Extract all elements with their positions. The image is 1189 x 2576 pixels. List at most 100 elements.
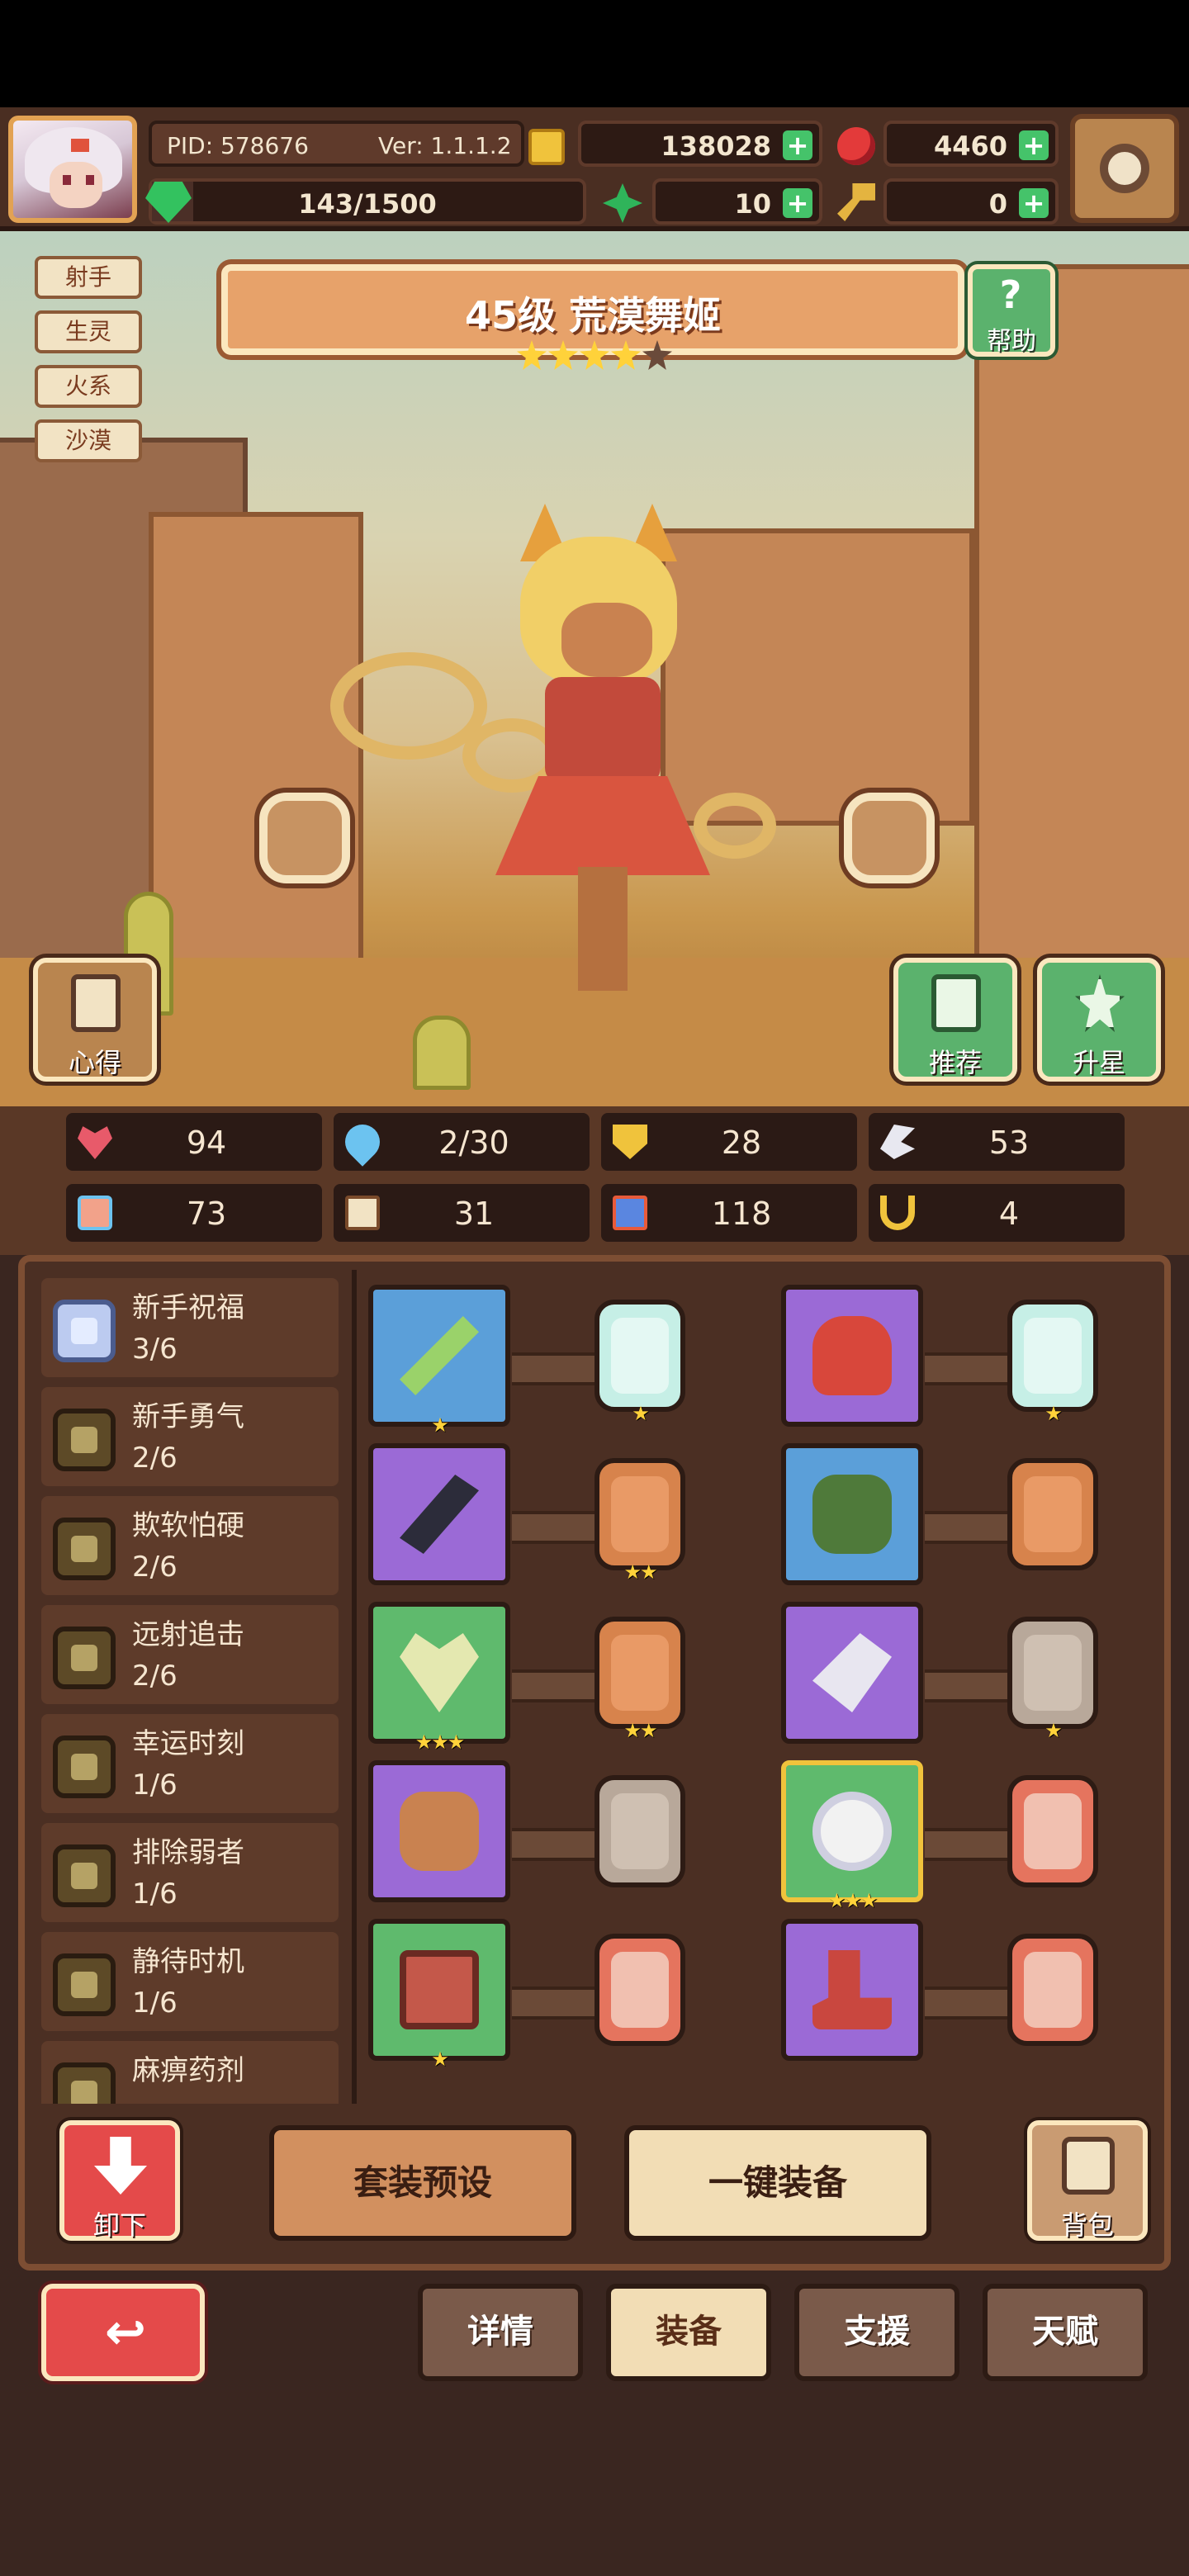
- stat-value: 118: [711, 1196, 772, 1232]
- unequip-button[interactable]: 卸下: [59, 2120, 180, 2241]
- gem-socket[interactable]: ★★: [594, 1617, 685, 1742]
- necklace-icon: [400, 1633, 479, 1712]
- add-gold-button[interactable]: +: [783, 130, 812, 160]
- equip-slot-dagger[interactable]: [368, 1443, 510, 1585]
- bell-icon: [53, 1409, 116, 1471]
- floating-shield-left: [259, 793, 350, 883]
- tab-support[interactable]: 支援: [794, 2284, 959, 2381]
- tab-equipment[interactable]: 装备: [606, 2284, 771, 2381]
- potion-icon: [53, 2062, 116, 2104]
- sword-gem-icon: [1024, 1318, 1082, 1394]
- stat-value: 31: [453, 1196, 495, 1232]
- insight-button[interactable]: 心得: [33, 958, 157, 1082]
- bow-gem-icon: [1024, 1952, 1082, 2028]
- clover-counter: 10 +: [652, 178, 822, 225]
- avatar-face: [50, 162, 102, 208]
- add-clover-button[interactable]: +: [783, 188, 812, 218]
- equip-slot-helmet[interactable]: [781, 1285, 923, 1427]
- set-name: 麻痹药剂: [132, 2054, 244, 2087]
- heart-icon: [78, 1126, 112, 1159]
- target-icon: [53, 1627, 116, 1689]
- set-bonus-item[interactable]: 远射追击 2/6: [41, 1605, 339, 1704]
- hero-stats: 94 2/30 28 53 73 31 118 4: [0, 1106, 1189, 1255]
- set-progress: 1/6: [132, 1769, 178, 1802]
- gem-socket[interactable]: [594, 1934, 685, 2046]
- equip-slot-chest[interactable]: ★: [368, 1919, 510, 2071]
- dagger-icon: [400, 1475, 479, 1554]
- tab-talent[interactable]: 天赋: [983, 2284, 1148, 2381]
- armor-icon: [812, 1475, 892, 1554]
- set-preset-button[interactable]: 套装预设: [269, 2125, 576, 2241]
- hero-legs: [578, 867, 628, 991]
- add-key-button[interactable]: +: [1019, 188, 1049, 218]
- unequip-label: 卸下: [92, 2209, 146, 2241]
- hero-star-rating: [517, 340, 674, 381]
- socket-link: [512, 1669, 603, 1702]
- insight-label: 心得: [68, 1047, 121, 1078]
- auto-equip-button[interactable]: 一键装备: [624, 2125, 931, 2241]
- equip-slot-lion-shield[interactable]: [368, 1760, 510, 1902]
- hero-sprite[interactable]: [462, 504, 727, 999]
- help-button[interactable]: ? 帮助: [968, 264, 1055, 357]
- tab-details[interactable]: 详情: [418, 2284, 583, 2381]
- avatar-eye: [63, 175, 71, 185]
- settings-button[interactable]: [1070, 114, 1179, 223]
- set-name: 新手勇气: [132, 1400, 244, 1433]
- clover-icon: [603, 183, 642, 223]
- gem-socket[interactable]: ★★: [594, 1458, 685, 1584]
- set-progress: 1/6: [132, 1878, 178, 1911]
- bag-button[interactable]: 背包: [1027, 2120, 1148, 2241]
- gem-socket[interactable]: ★: [1007, 1617, 1098, 1742]
- recommend-button[interactable]: 推荐: [893, 958, 1017, 1082]
- gem-socket[interactable]: [1007, 1934, 1098, 2046]
- ruby-counter: 4460 +: [883, 121, 1059, 167]
- set-bonus-item[interactable]: 幸运时刻 1/6: [41, 1714, 339, 1813]
- gem-socket[interactable]: ★: [594, 1300, 685, 1425]
- star-up-button[interactable]: 升星: [1037, 958, 1161, 1082]
- equip-slot-ring[interactable]: ★★★: [781, 1760, 923, 1912]
- equip-slot-boots[interactable]: [781, 1919, 923, 2061]
- gem-socket[interactable]: [1007, 1458, 1098, 1570]
- star-icon: [517, 340, 547, 370]
- equip-slot-gauntlet[interactable]: [781, 1602, 923, 1744]
- backpack-icon: [1062, 2137, 1115, 2195]
- set-bonus-item[interactable]: 新手勇气 2/6: [41, 1387, 339, 1486]
- set-bonus-item[interactable]: 新手祝福 3/6: [41, 1278, 339, 1377]
- back-button[interactable]: ↩: [41, 2284, 205, 2381]
- equip-slot-armor[interactable]: [781, 1443, 923, 1585]
- boot-gem-icon: [611, 1793, 669, 1869]
- thumbs-up-icon: [931, 974, 981, 1032]
- set-bonus-item[interactable]: 排除弱者 1/6: [41, 1823, 339, 1922]
- set-bonus-list[interactable]: 新手祝福 3/6 新手勇气 2/6 欺软怕硬 2/6 远射追击 2/6 幸运时刻…: [41, 1278, 355, 2104]
- socket-link: [925, 1986, 1016, 2020]
- chest-icon: [400, 1950, 479, 2029]
- gear-icon: [1100, 144, 1149, 193]
- add-ruby-button[interactable]: +: [1019, 130, 1049, 160]
- recommend-label: 推荐: [928, 1047, 982, 1078]
- set-bonus-item[interactable]: 麻痹药剂: [41, 2041, 339, 2104]
- shield-gem-icon: [611, 1318, 669, 1394]
- stat-speed: 53: [869, 1113, 1125, 1171]
- set-name: 远射追击: [132, 1618, 244, 1651]
- gem-socket[interactable]: [594, 1775, 685, 1887]
- stat-value: 4: [998, 1196, 1020, 1232]
- socket-link: [512, 1986, 603, 2020]
- equip-slot-necklace[interactable]: ★★★: [368, 1602, 510, 1754]
- set-bonus-item[interactable]: 静待时机 1/6: [41, 1932, 339, 2031]
- stat-crit: 118: [601, 1184, 857, 1242]
- gem-socket[interactable]: ★: [1007, 1300, 1098, 1425]
- set-bonus-item[interactable]: 欺软怕硬 2/6: [41, 1496, 339, 1595]
- bell-icon: [53, 1300, 116, 1362]
- star-icon: [611, 340, 641, 370]
- cactus: [413, 1016, 471, 1090]
- gem-socket[interactable]: [1007, 1775, 1098, 1887]
- energy-bar: 143/1500: [149, 178, 586, 225]
- player-avatar[interactable]: [8, 116, 137, 223]
- star-up-label: 升星: [1072, 1047, 1125, 1078]
- hourglass-icon: [53, 1953, 116, 2016]
- equip-slot-bow[interactable]: ★: [368, 1285, 510, 1437]
- boots-icon: [812, 1950, 892, 2029]
- helmet-icon: [812, 1316, 892, 1395]
- set-progress: 3/6: [132, 1333, 178, 1366]
- socket-link: [925, 1352, 1016, 1385]
